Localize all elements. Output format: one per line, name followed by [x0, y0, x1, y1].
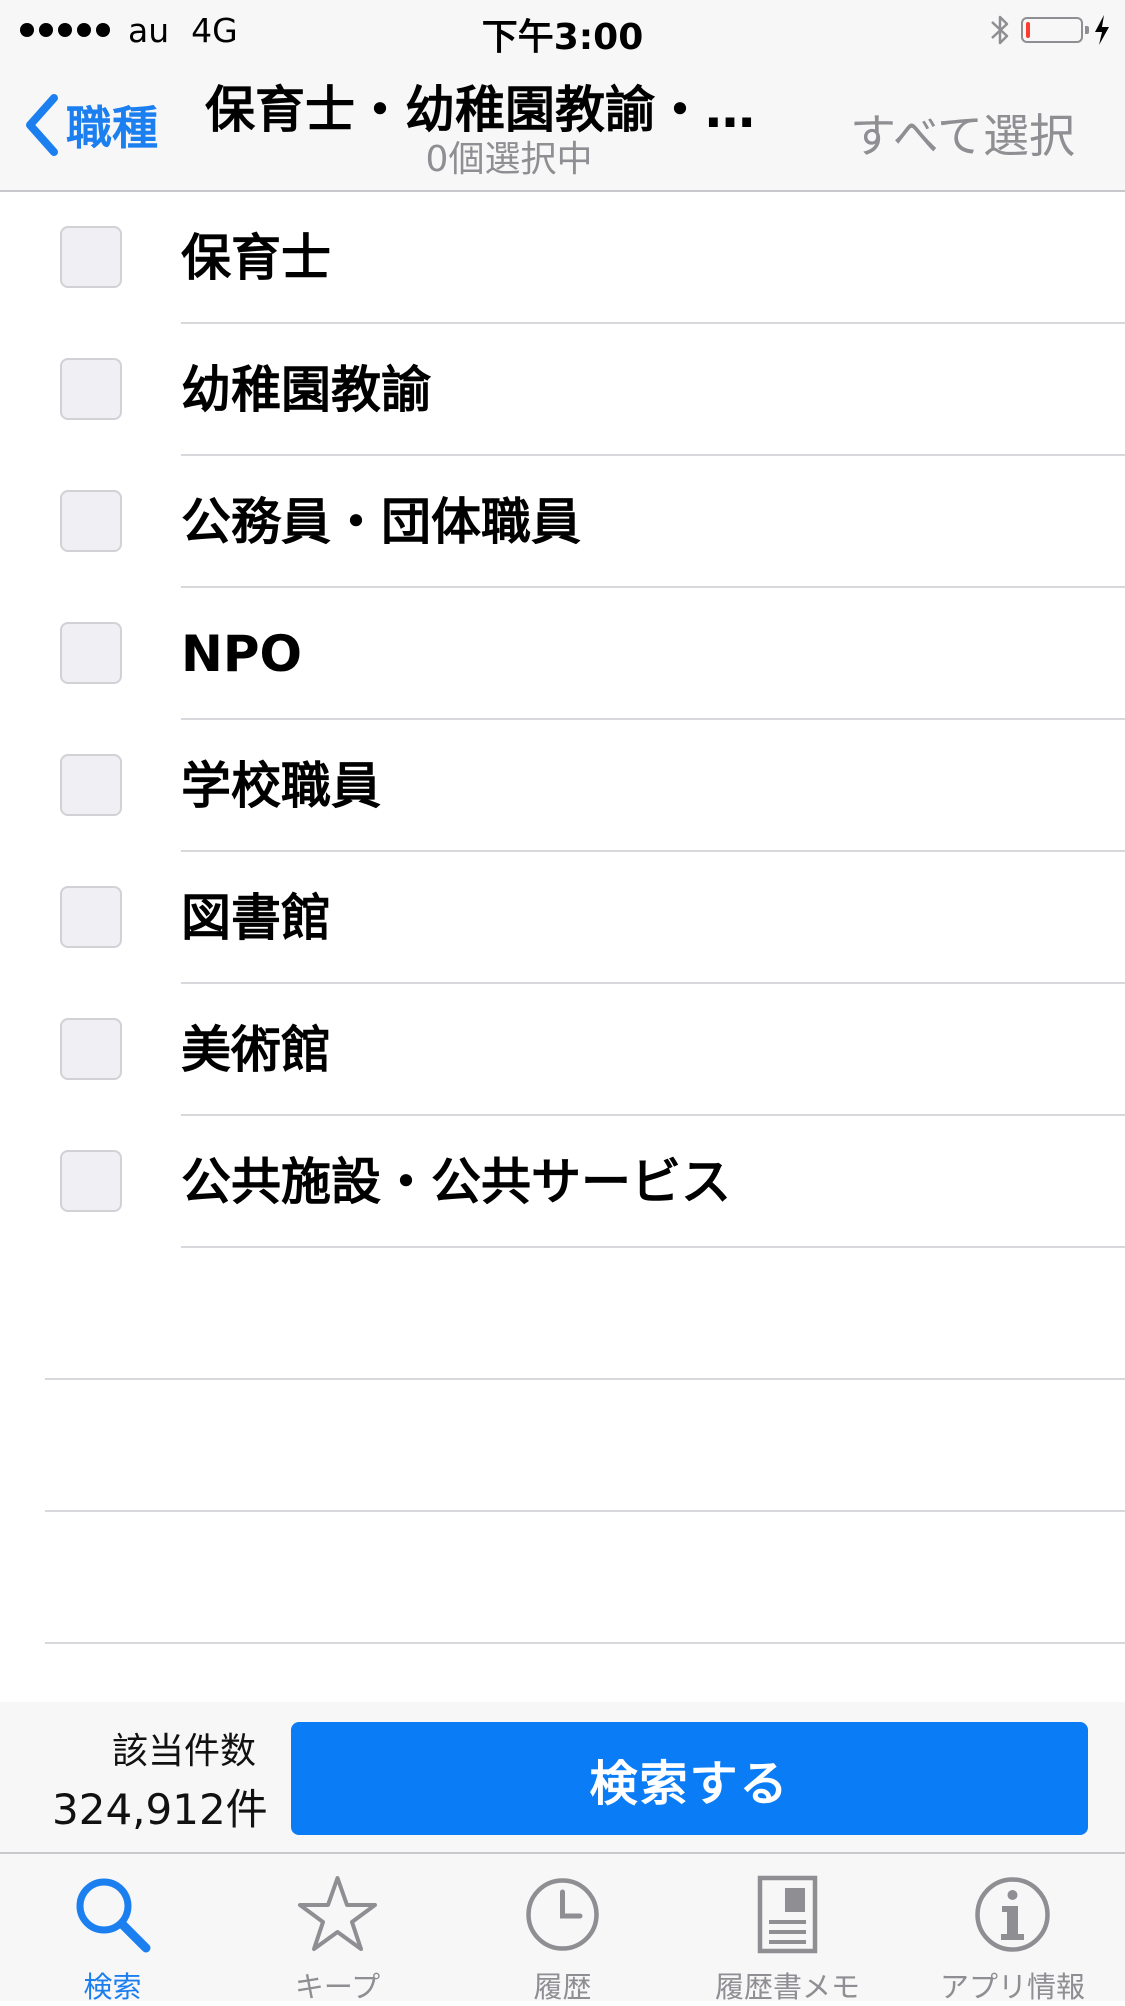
- list-item-label: 保育士: [181, 229, 331, 287]
- occupation-list: 保育士 幼稚園教諭 公務員・団体職員 NPO 学校職員 図書館 美術館 公共施設…: [0, 192, 1125, 1644]
- divider: [45, 1642, 1125, 1644]
- tab-label: キープ: [294, 1970, 381, 2004]
- tab-label: アプリ情報: [939, 1970, 1085, 2004]
- back-button[interactable]: 職種: [22, 90, 158, 160]
- tab-label: 検索: [83, 1970, 142, 2004]
- checkbox[interactable]: [60, 1018, 122, 1080]
- clock-icon: [526, 1878, 599, 1951]
- tab-keep[interactable]: キープ: [225, 1854, 450, 2004]
- navigation-bar: 職種 保育士・幼稚園教諭・… 0個選択中 すべて選択: [0, 60, 1125, 192]
- checkbox[interactable]: [60, 490, 122, 552]
- list-item[interactable]: 図書館: [0, 852, 1125, 984]
- battery-icon: [1021, 17, 1089, 43]
- list-item-label: NPO: [181, 625, 302, 683]
- list-item-label: 幼稚園教諭: [181, 361, 431, 419]
- search-icon: [76, 1878, 151, 1953]
- list-item[interactable]: 公務員・団体職員: [0, 456, 1125, 588]
- list-item[interactable]: NPO: [0, 588, 1125, 720]
- status-bar: au 4G 下午3:00: [0, 0, 1125, 60]
- list-item[interactable]: 学校職員: [0, 720, 1125, 852]
- list-item-label: 図書館: [181, 889, 331, 947]
- tab-label: 履歴: [533, 1970, 592, 2004]
- list-item[interactable]: 美術館: [0, 984, 1125, 1116]
- search-button[interactable]: 検索する: [291, 1722, 1088, 1835]
- selection-count: 0個選択中: [425, 139, 593, 180]
- list-item[interactable]: 公共施設・公共サービス: [0, 1116, 1125, 1248]
- star-icon: [298, 1876, 377, 1951]
- bluetooth-icon: [991, 15, 1009, 45]
- checkbox[interactable]: [60, 1150, 122, 1212]
- checkbox[interactable]: [60, 622, 122, 684]
- result-count-label: 該当件数: [112, 1731, 257, 1772]
- list-item-label: 美術館: [181, 1021, 331, 1079]
- empty-row: [0, 1380, 1125, 1512]
- charging-bolt-icon: [1095, 15, 1109, 45]
- info-icon: [975, 1877, 1050, 1952]
- list-item-label: 公務員・団体職員: [181, 493, 581, 551]
- status-time: 下午3:00: [481, 17, 644, 58]
- tab-resume-memo[interactable]: 履歴書メモ: [675, 1854, 900, 2004]
- tab-search[interactable]: 検索: [0, 1854, 225, 2004]
- back-label: 職種: [66, 101, 158, 155]
- checkbox[interactable]: [60, 754, 122, 816]
- tab-app-info[interactable]: アプリ情報: [900, 1854, 1125, 2004]
- checkbox[interactable]: [60, 886, 122, 948]
- checkbox[interactable]: [60, 358, 122, 420]
- list-item[interactable]: 保育士: [0, 192, 1125, 324]
- select-all-button[interactable]: すべて選択: [850, 100, 1075, 166]
- status-bar-right: [989, 10, 1111, 50]
- tab-label: 履歴書メモ: [714, 1970, 860, 2004]
- result-count: 324,912件: [52, 1785, 268, 1834]
- result-bar: 該当件数 324,912件 検索する: [0, 1702, 1125, 1852]
- list-item[interactable]: 幼稚園教諭: [0, 324, 1125, 456]
- list-item-label: 公共施設・公共サービス: [181, 1153, 731, 1211]
- tab-history[interactable]: 履歴: [450, 1854, 675, 2004]
- chevron-left-icon: [26, 94, 58, 156]
- empty-row: [0, 1248, 1125, 1380]
- empty-row: [0, 1512, 1125, 1644]
- checkbox[interactable]: [60, 226, 122, 288]
- tab-bar: 検索 キープ 履歴 履歴書メモ アプリ情報: [0, 1852, 1125, 2004]
- document-icon: [757, 1875, 818, 1954]
- list-item-label: 学校職員: [181, 757, 381, 815]
